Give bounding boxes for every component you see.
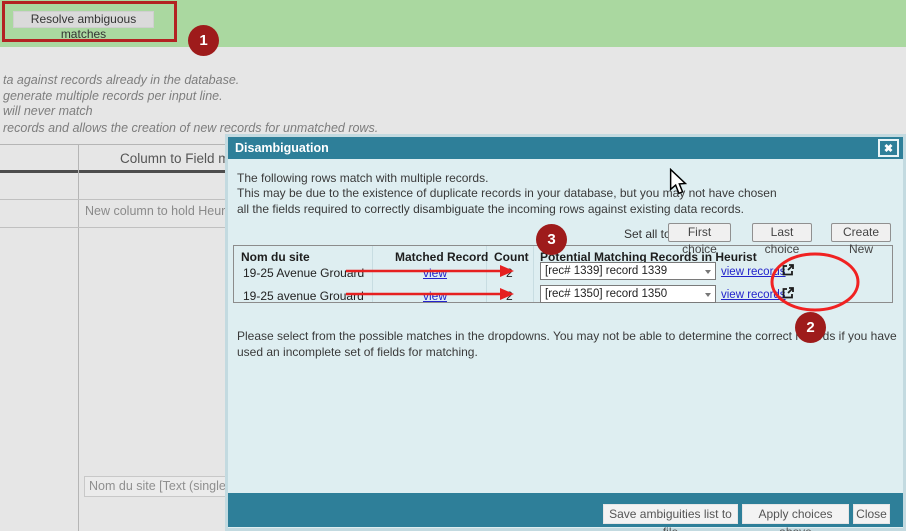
chevron-down-icon (705, 270, 711, 274)
dialog-title: Disambiguation (228, 141, 329, 155)
table-row-site: 19-25 Avenue Grouard (243, 266, 364, 280)
view-records-link[interactable]: view records (721, 289, 786, 301)
count-value: 2 (506, 289, 513, 303)
hint-line: records and allows the creation of new r… (3, 121, 378, 135)
hint-line: generate multiple records per input line… (3, 89, 239, 105)
chevron-down-icon (705, 293, 711, 297)
table-row-site: 19-25 avenue Grouard (243, 289, 364, 303)
selected-option: [rec# 1339] record 1339 (545, 265, 667, 277)
first-choice-button[interactable]: First choice (668, 223, 731, 242)
bg-column-to-field-header: Column to Field ma (120, 151, 237, 166)
dialog-intro-text: The following rows match with multiple r… (237, 171, 777, 217)
column-header-site: Nom du site (241, 250, 310, 264)
apply-choices-button[interactable]: Apply choices above (742, 504, 849, 524)
close-icon[interactable]: ✖ (878, 139, 899, 157)
count-value: 2 (506, 266, 513, 280)
view-link[interactable]: view (423, 266, 447, 280)
bg-table-divider (78, 144, 79, 531)
annotation-badge-3: 3 (536, 224, 567, 255)
hint-line: ta against records already in the databa… (3, 73, 239, 89)
set-all-to-label: Set all to: (624, 227, 674, 241)
view-link[interactable]: view (423, 289, 447, 303)
annotation-badge-2: 2 (795, 312, 826, 343)
resolve-ambiguous-matches-button[interactable]: Resolve ambiguous matches (13, 11, 154, 28)
intro-line: This may be due to the existence of dupl… (237, 186, 777, 201)
match-select[interactable]: [rec# 1350] record 1350 (540, 285, 716, 303)
save-ambiguities-button[interactable]: Save ambiguities list to file (603, 504, 738, 524)
annotation-badge-1: 1 (188, 25, 219, 56)
bg-row-border (0, 227, 225, 228)
import-screen: Resolve ambiguous matches ta against rec… (0, 0, 906, 531)
bg-table-header-border (0, 170, 225, 173)
bg-field-mapping-box[interactable]: Nom du site [Text (single (84, 476, 226, 497)
external-link-icon[interactable] (781, 263, 795, 277)
external-link-icon[interactable] (781, 286, 795, 300)
dialog-titlebar: Disambiguation ✖ (228, 137, 903, 159)
bg-row-border (0, 199, 225, 200)
column-header-matched-record: Matched Record (395, 250, 488, 264)
intro-line: The following rows match with multiple r… (237, 171, 777, 186)
match-select[interactable]: [rec# 1339] record 1339 (540, 262, 716, 280)
hint-line: will never match (3, 104, 239, 120)
bg-new-column-label: New column to hold Heurist r (85, 204, 245, 218)
column-header-count: Count (494, 250, 529, 264)
background-hint-text: ta against records already in the databa… (3, 73, 239, 120)
last-choice-button[interactable]: Last choice (752, 223, 812, 242)
close-button[interactable]: Close (853, 504, 890, 524)
table-column-divider (533, 246, 534, 302)
bg-table-border (0, 144, 225, 145)
view-records-link[interactable]: view records (721, 266, 786, 278)
table-column-divider (372, 246, 373, 302)
intro-line: all the fields required to correctly dis… (237, 202, 777, 217)
create-new-button[interactable]: Create New (831, 223, 891, 242)
selected-option: [rec# 1350] record 1350 (545, 288, 667, 300)
